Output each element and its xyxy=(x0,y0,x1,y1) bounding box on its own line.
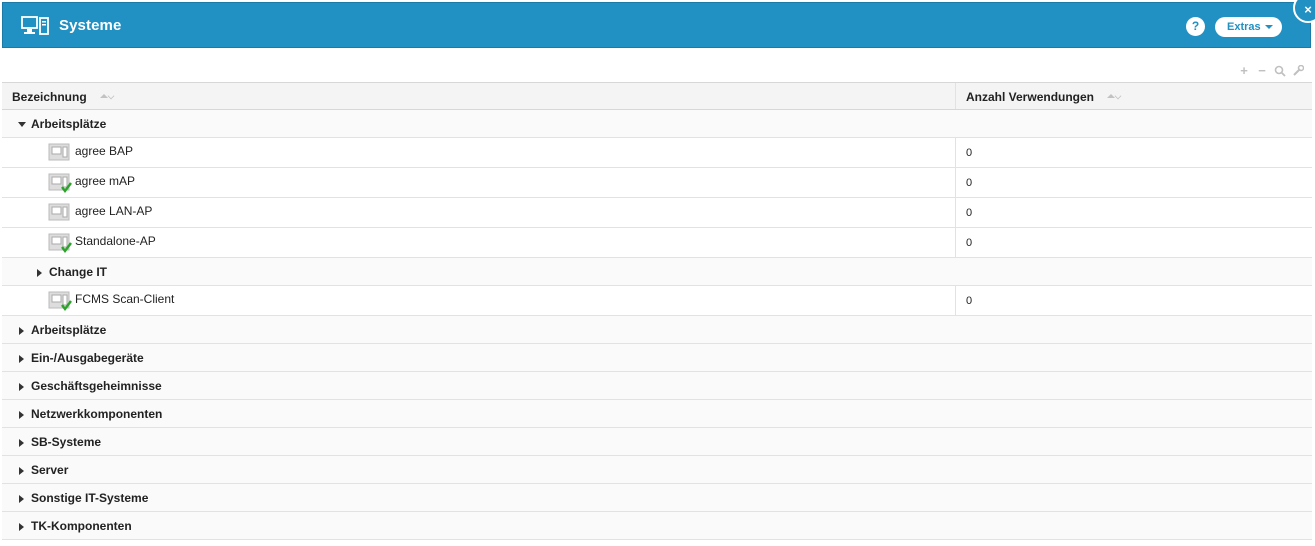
table-row[interactable]: agree BAP 0 xyxy=(2,138,1312,168)
tree-group-row[interactable]: TK-Komponenten xyxy=(2,512,1312,540)
sort-icon[interactable] xyxy=(1107,92,1123,102)
item-label: FCMS Scan-Client xyxy=(75,292,175,306)
workstation-checked-icon xyxy=(48,233,72,253)
usage-count: 0 xyxy=(966,147,973,159)
tree-group-row[interactable]: Sonstige IT-Systeme xyxy=(2,484,1312,512)
table-header-row: Bezeichnung Anzahl Verwendungen xyxy=(2,82,1312,110)
tree-group-row[interactable]: Ein-/Ausgabegeräte xyxy=(2,344,1312,372)
tree-group-row[interactable]: Geschäftsgeheimnisse xyxy=(2,372,1312,400)
collapse-arrow-icon[interactable] xyxy=(19,327,24,335)
collapse-arrow-icon[interactable] xyxy=(19,467,24,475)
extras-label: Extras xyxy=(1227,21,1261,33)
chevron-down-icon xyxy=(1264,25,1273,30)
table-row[interactable]: agree mAP 0 xyxy=(2,168,1312,198)
workstation-icon xyxy=(48,203,70,221)
collapse-arrow-icon[interactable] xyxy=(19,383,24,391)
collapse-arrow-icon[interactable] xyxy=(19,495,24,503)
close-button[interactable]: × xyxy=(1293,0,1315,23)
help-button[interactable]: ? xyxy=(1186,17,1205,36)
table-row[interactable]: Standalone-AP 0 xyxy=(2,228,1312,258)
expand-arrow-icon[interactable] xyxy=(18,122,26,127)
extras-menu-button[interactable]: Extras xyxy=(1215,17,1282,37)
usage-count: 0 xyxy=(966,237,973,249)
collapse-arrow-icon[interactable] xyxy=(19,411,24,419)
item-label: agree LAN-AP xyxy=(75,204,153,218)
table-row[interactable]: FCMS Scan-Client 0 xyxy=(2,286,1312,316)
remove-icon[interactable]: − xyxy=(1256,64,1268,77)
collapse-arrow-icon[interactable] xyxy=(37,269,42,277)
add-icon[interactable]: + xyxy=(1238,64,1250,77)
column-header-anzahl[interactable]: Anzahl Verwendungen xyxy=(956,83,1312,109)
sort-icon[interactable] xyxy=(100,92,116,102)
tree-group-row[interactable]: Server xyxy=(2,456,1312,484)
tree-group-row[interactable]: Netzwerkkomponenten xyxy=(2,400,1312,428)
collapse-arrow-icon[interactable] xyxy=(19,355,24,363)
workstation-icon xyxy=(48,143,70,161)
systems-tree-grid: Bezeichnung Anzahl Verwendungen Arbeitsp… xyxy=(2,82,1312,540)
workstation-checked-icon xyxy=(48,173,72,193)
search-icon[interactable] xyxy=(1274,65,1286,77)
tree-group-row[interactable]: SB-Systeme xyxy=(2,428,1312,456)
computer-system-icon xyxy=(21,16,49,35)
tree-subgroup-row[interactable]: Change IT xyxy=(2,258,1312,286)
tree-group-row[interactable]: Arbeitsplätze xyxy=(2,316,1312,344)
usage-count: 0 xyxy=(966,207,973,219)
window-header: Systeme ? Extras × xyxy=(2,0,1315,48)
usage-count: 0 xyxy=(966,177,973,189)
usage-count: 0 xyxy=(966,295,973,307)
collapse-arrow-icon[interactable] xyxy=(19,439,24,447)
item-label: agree mAP xyxy=(75,174,136,188)
item-label: Standalone-AP xyxy=(75,234,156,248)
table-row[interactable]: agree LAN-AP 0 xyxy=(2,198,1312,228)
wrench-icon[interactable] xyxy=(1292,65,1304,77)
page-title: Systeme xyxy=(59,17,122,34)
tree-group-row[interactable]: Arbeitsplätze xyxy=(2,110,1312,138)
collapse-arrow-icon[interactable] xyxy=(19,523,24,531)
item-label: agree BAP xyxy=(75,144,134,158)
column-header-bezeichnung[interactable]: Bezeichnung xyxy=(2,83,956,109)
grid-toolbar: + − xyxy=(1238,64,1312,79)
workstation-checked-icon xyxy=(48,291,72,311)
